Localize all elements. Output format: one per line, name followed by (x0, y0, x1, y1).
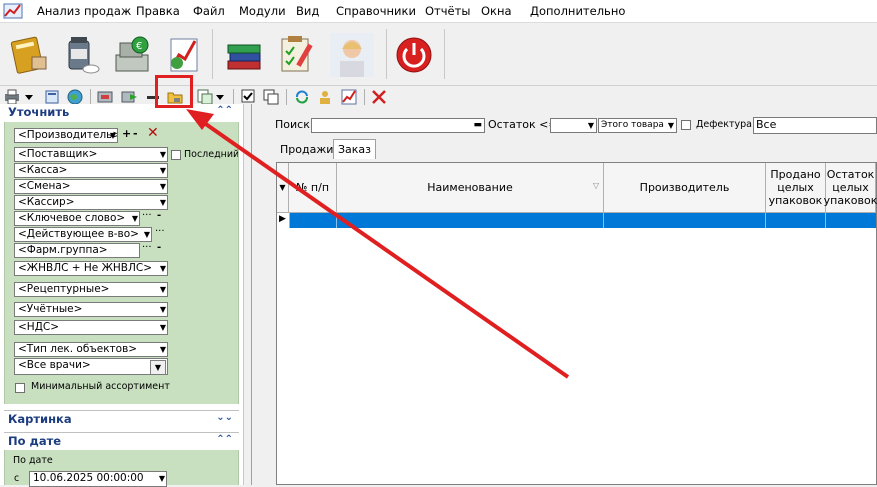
defect-label: Дефектура (696, 119, 752, 130)
filter-supplier[interactable]: <Поставщик> ▼ (14, 147, 168, 162)
col-sold-packs[interactable]: Продано целых упаковок (766, 163, 826, 213)
chart-icon[interactable] (340, 88, 358, 106)
menu-reports[interactable]: Отчёты (425, 4, 470, 18)
copy-window-icon[interactable] (262, 88, 280, 106)
books-icon[interactable] (222, 33, 266, 77)
tab-order[interactable]: Заказ (333, 139, 377, 159)
search-label: Поиск: (275, 118, 314, 131)
tab-sales[interactable]: Продажи (276, 140, 337, 159)
add-icon[interactable]: + (122, 127, 131, 140)
filter-keyword[interactable]: <Ключевое слово> ▼ (14, 211, 140, 226)
remove-icon[interactable]: - (133, 127, 138, 140)
refine-title: Уточнить (8, 105, 70, 119)
min-assortment-checkbox[interactable] (15, 383, 25, 393)
col-remain-packs[interactable]: Остаток целых упаковок (824, 163, 877, 213)
remove-icon[interactable]: - (157, 242, 161, 253)
delete-icon[interactable] (370, 88, 388, 106)
picture-header[interactable]: Картинка ⌄⌄ (4, 410, 239, 428)
filter-pharm-group[interactable]: <Фарм.группа> (14, 243, 140, 258)
filter-active-substance[interactable]: <Действующее в-во> ▼ (14, 227, 152, 242)
by-date-body: По дате с 10.06.2025 00:00:00 ▼ (4, 450, 239, 487)
row-indicator-header[interactable]: ▼ (277, 163, 289, 213)
col-name[interactable]: Наименование ▽ (337, 163, 604, 213)
filter-cashier[interactable]: <Кассир> ▼ (14, 195, 168, 210)
left-filter-panel: Уточнить ⌃⌃ <Производитель> ▼ + - ✕ <Пост… (0, 104, 243, 487)
last-checkbox[interactable] (171, 150, 181, 160)
support-operator-icon[interactable] (330, 33, 374, 77)
by-date-header[interactable]: По дате ⌃⌃ (4, 432, 239, 450)
menu-edit[interactable]: Правка (136, 4, 180, 18)
user-settings-icon[interactable] (316, 88, 334, 106)
highlight-box (155, 75, 193, 108)
more-icon[interactable]: ··· (142, 242, 152, 253)
by-date-sublabel: По дате (13, 455, 53, 466)
col-manufacturer[interactable]: Производитель (604, 163, 766, 213)
more-icon[interactable]: ··· (142, 210, 152, 221)
app-logo-icon (3, 3, 23, 19)
filter-doctors[interactable]: <Все врачи> ▼ (14, 358, 168, 375)
menu-analysis[interactable]: Анализ продаж (37, 4, 131, 18)
journal-icon[interactable] (6, 33, 50, 77)
search-input[interactable]: ▬ (311, 118, 485, 133)
by-date-title: По дате (8, 434, 62, 448)
defect-checkbox[interactable] (681, 120, 691, 130)
all-select[interactable]: Все (753, 117, 877, 134)
last-label: Последний г (184, 149, 238, 160)
refine-body: <Производитель> ▼ + - ✕ <Поставщик> ▼ Посл… (4, 122, 239, 404)
order-grid: ▼ № п/п Наименование ▽ Производитель Прод… (276, 162, 877, 485)
cash-register-icon[interactable]: € (110, 33, 154, 77)
main-toolbar: € (0, 23, 877, 86)
expand-chevron-icon[interactable]: ⌄⌄ (216, 412, 233, 423)
filter-prescription[interactable]: <Рецептурные> ▼ (14, 282, 168, 297)
refresh-icon[interactable] (293, 88, 311, 106)
menu-windows[interactable]: Окна (481, 4, 512, 18)
filter-accounted[interactable]: <Учётные> ▼ (14, 302, 168, 317)
table-row[interactable]: ▶ (277, 213, 876, 228)
min-assortment-label: Минимальный ассортимент (31, 381, 170, 392)
sales-chart-icon[interactable] (161, 33, 205, 77)
pills-icon[interactable] (57, 33, 101, 77)
picture-title: Картинка (8, 412, 72, 426)
power-icon[interactable] (392, 33, 436, 77)
filter-object-type[interactable]: <Тип лек. объектов> ▼ (14, 342, 168, 357)
goods-scope-select[interactable]: Этого товара ▼ (598, 118, 677, 133)
filter-shift[interactable]: <Смена> ▼ (14, 179, 168, 194)
remain-input[interactable]: ▼ (550, 118, 597, 133)
filter-manufacturer[interactable]: <Производитель> ▼ (14, 128, 118, 143)
filter-vat[interactable]: <НДС> ▼ (14, 320, 168, 335)
svg-text:€: € (136, 41, 142, 52)
clear-icon[interactable]: ✕ (147, 125, 159, 141)
remove-icon[interactable]: - (157, 210, 161, 221)
remain-label: Остаток <= (488, 118, 558, 131)
collapse-chevron-icon[interactable]: ⌃⌃ (216, 105, 233, 116)
menu-bar: Анализ продаж Правка Файл Модули Вид Спр… (0, 0, 877, 23)
collapse-chevron-icon[interactable]: ⌃⌃ (216, 434, 233, 445)
from-label: с (14, 473, 20, 484)
refine-header[interactable]: Уточнить ⌃⌃ (4, 104, 239, 121)
filter-cashbox[interactable]: <Касса> ▼ (14, 163, 168, 178)
panel-splitter[interactable] (243, 104, 252, 485)
col-number[interactable]: № п/п (289, 163, 337, 213)
more-icon[interactable]: ··· (155, 226, 165, 237)
menu-additional[interactable]: Дополнительно (530, 4, 625, 18)
checklist-icon[interactable] (274, 33, 318, 77)
menu-directories[interactable]: Справочники (336, 4, 416, 18)
menu-view[interactable]: Вид (296, 4, 319, 18)
menu-file[interactable]: Файл (193, 4, 225, 18)
filter-vital-drugs[interactable]: <ЖНВЛС + Не ЖНВЛС> ▼ (14, 261, 168, 276)
menu-modules[interactable]: Модули (239, 4, 286, 18)
